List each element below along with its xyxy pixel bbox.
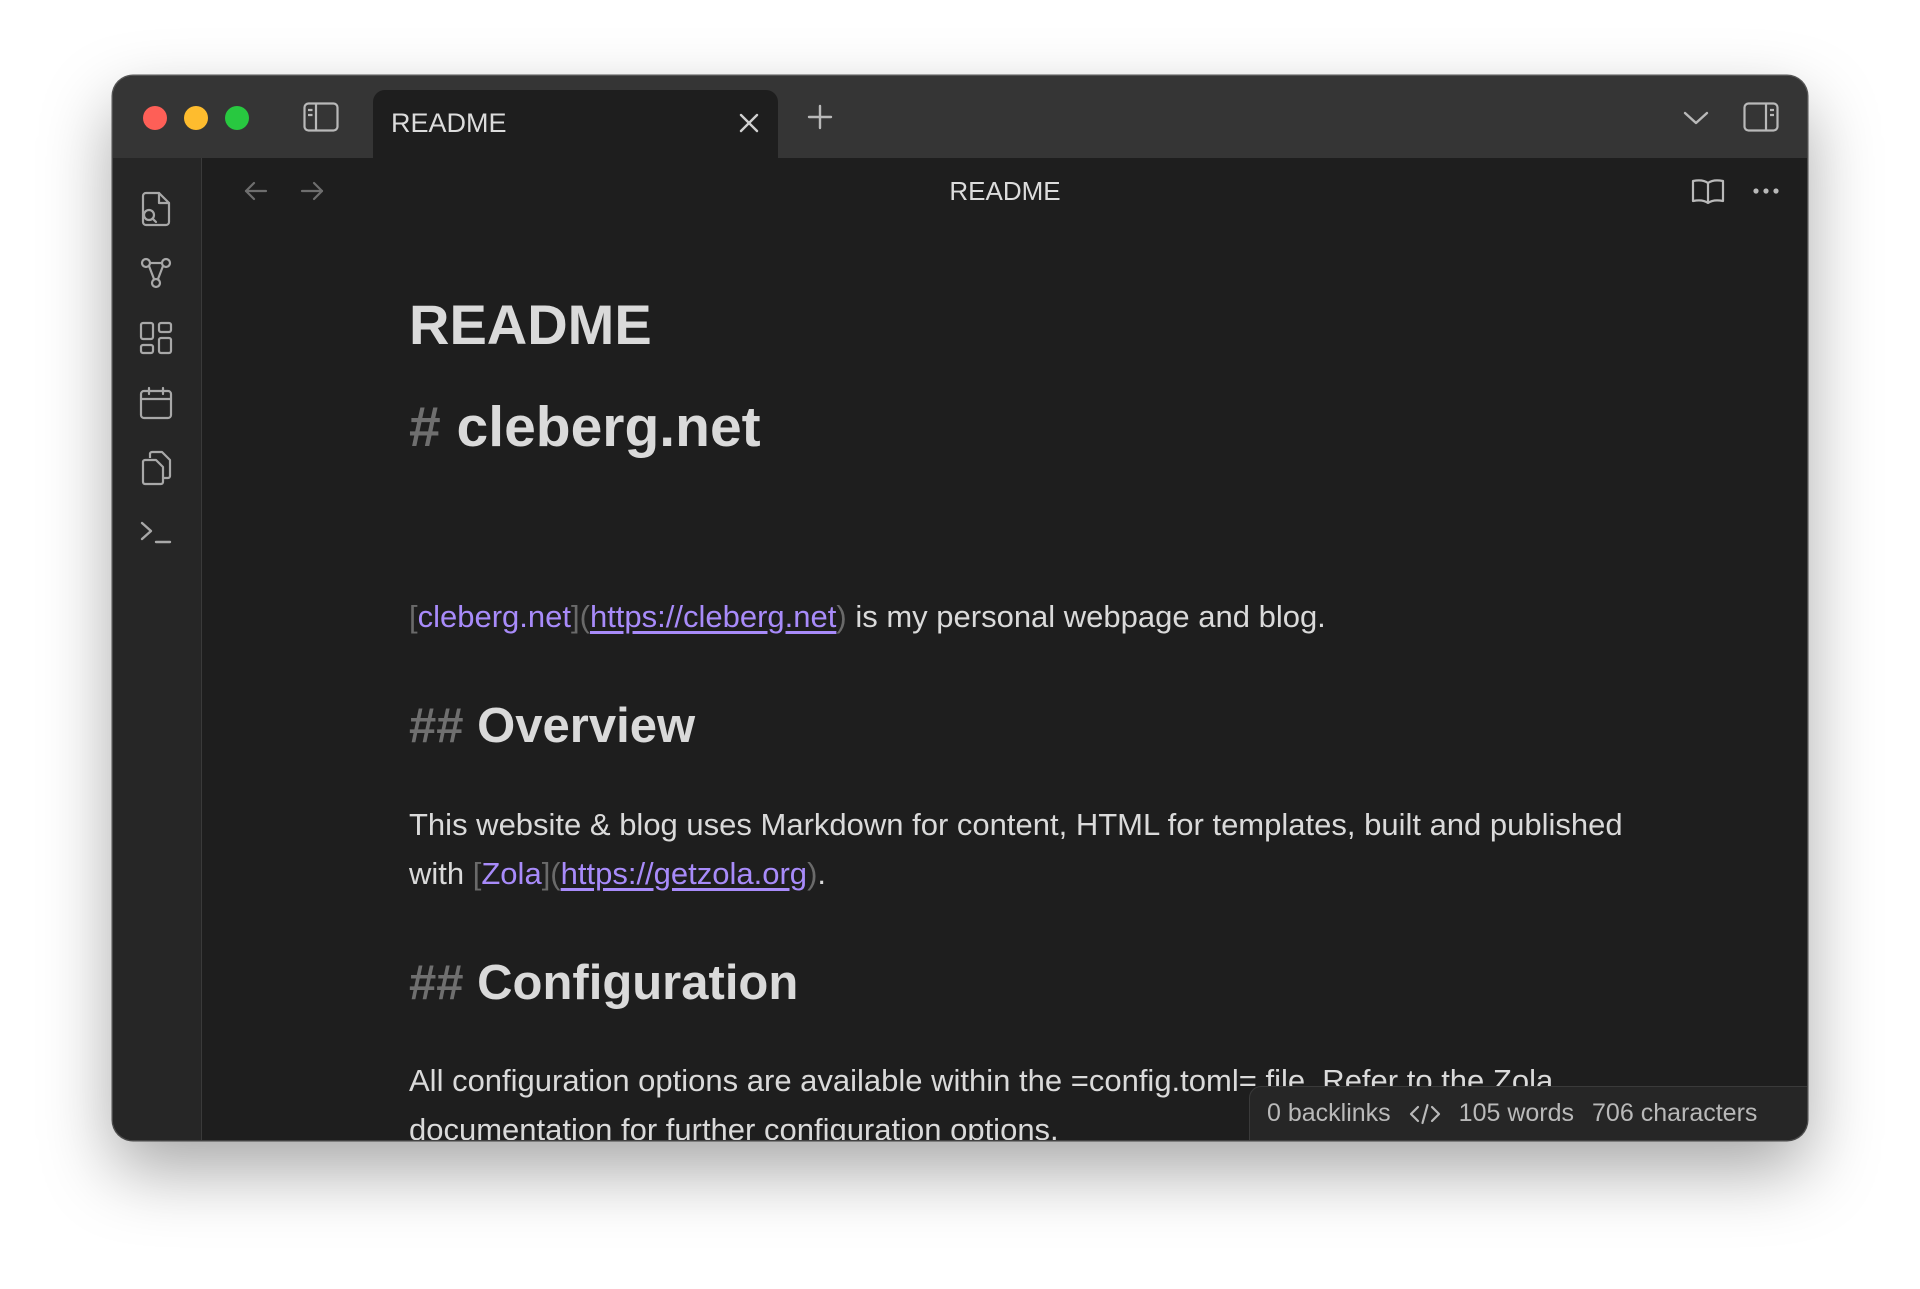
heading-marker: ## <box>409 956 464 1010</box>
source-mode-code-icon[interactable] <box>1409 1103 1441 1125</box>
inline-title[interactable]: README <box>409 292 652 357</box>
link-url[interactable]: https://getzola.org <box>561 856 807 891</box>
word-count: 105 words <box>1458 1099 1575 1127</box>
heading-text: Overview <box>477 699 696 753</box>
heading-marker: # <box>409 395 441 459</box>
link-bracket-mid: ]( <box>571 599 590 634</box>
link-bracket-mid: ]( <box>541 856 561 891</box>
link-bracket-open: [ <box>409 599 418 634</box>
left-ribbon <box>113 158 202 1140</box>
canvas-icon[interactable] <box>137 319 175 357</box>
status-bar: 0 backlinks 105 words 706 characters <box>1249 1086 1807 1140</box>
editor-pane: README README # cleberg.net [cleberg.net… <box>203 158 1807 1140</box>
link-paren-close: ) <box>836 599 847 634</box>
new-note-icon[interactable] <box>137 190 175 228</box>
close-tab-icon[interactable] <box>734 108 764 138</box>
tab-title: README <box>391 108 507 138</box>
intro-text: is my personal webpage and blog. <box>846 599 1326 634</box>
zoom-window-button[interactable] <box>225 106 249 130</box>
heading-1[interactable]: # cleberg.net <box>409 394 761 460</box>
close-window-button[interactable] <box>143 106 167 130</box>
intro-paragraph[interactable]: [cleberg.net](https://cleberg.net) is my… <box>409 592 1629 641</box>
heading-text: cleberg.net <box>456 395 761 459</box>
toggle-right-sidebar-icon[interactable] <box>1741 98 1781 136</box>
link-url[interactable]: https://cleberg.net <box>590 599 836 634</box>
minimize-window-button[interactable] <box>184 106 208 130</box>
backlinks-count[interactable]: 0 backlinks <box>1267 1099 1391 1128</box>
daily-note-calendar-icon[interactable] <box>137 384 175 422</box>
link-text[interactable]: cleberg.net <box>418 599 571 634</box>
link-paren-close: ) <box>807 856 818 891</box>
view-header-title[interactable]: README <box>203 176 1807 207</box>
app-window: README README README # cleberg.net [cleb… <box>113 76 1807 1140</box>
new-tab-icon[interactable] <box>803 100 837 134</box>
more-options-icon[interactable] <box>1746 174 1786 208</box>
reading-view-book-icon[interactable] <box>1688 174 1728 208</box>
title-bar: README <box>113 76 1807 158</box>
character-count: 706 characters <box>1592 1099 1758 1127</box>
tab-readme[interactable]: README <box>373 90 778 158</box>
heading-overview[interactable]: ## Overview <box>409 698 695 754</box>
heading-text: Configuration <box>477 956 799 1010</box>
toggle-left-sidebar-icon[interactable] <box>302 98 340 136</box>
command-palette-icon[interactable] <box>137 514 175 552</box>
link-text[interactable]: Zola <box>481 856 541 891</box>
tab-list-chevron-down-icon[interactable] <box>1679 101 1713 135</box>
heading-configuration[interactable]: ## Configuration <box>409 955 798 1011</box>
templates-icon[interactable] <box>137 449 175 487</box>
overview-paragraph[interactable]: This website & blog uses Markdown for co… <box>409 800 1629 898</box>
overview-text-end: . <box>817 856 827 891</box>
heading-marker: ## <box>409 699 464 753</box>
graph-view-icon[interactable] <box>137 254 175 292</box>
